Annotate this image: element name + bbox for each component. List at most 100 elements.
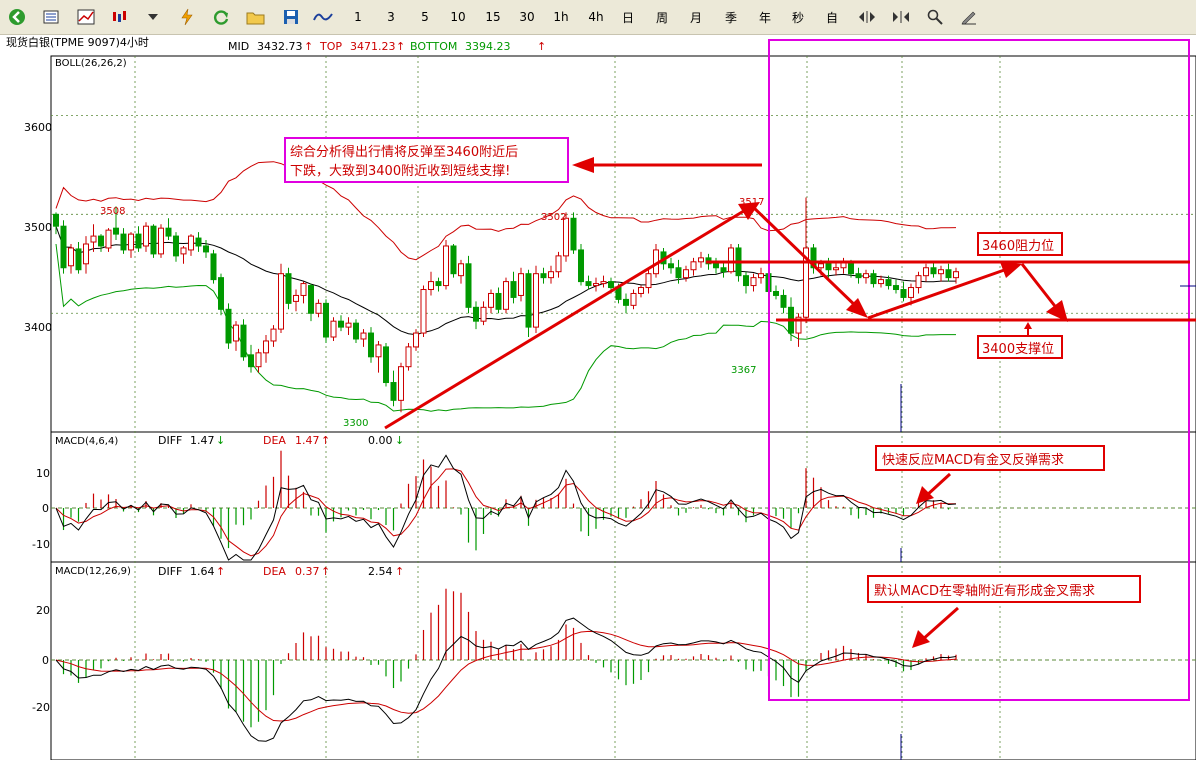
candle-body xyxy=(848,261,854,275)
back-icon[interactable] xyxy=(6,6,28,28)
diff-line xyxy=(55,617,957,742)
candle-body xyxy=(338,320,344,328)
candle-body xyxy=(345,322,352,328)
period-tab-13[interactable]: 秒 xyxy=(784,6,812,28)
period-tab-6[interactable]: 1h xyxy=(547,6,575,28)
candle-body xyxy=(893,285,899,291)
period-tab-8[interactable]: 日 xyxy=(614,6,642,28)
macd1-diff-value: 1.47 xyxy=(190,434,215,447)
candle-body xyxy=(833,267,839,271)
candle-body xyxy=(353,322,359,340)
period-tab-11[interactable]: 季 xyxy=(717,6,745,28)
candle-body xyxy=(750,277,757,287)
period-tab-7[interactable]: 4h xyxy=(582,6,610,28)
wave-icon[interactable] xyxy=(312,6,334,28)
candle-body xyxy=(360,332,367,340)
candle-body xyxy=(878,279,884,285)
pen-icon[interactable] xyxy=(958,6,980,28)
analysis-line-2: 下跌，大致到3400附近收到短线支撑! xyxy=(290,163,510,179)
candle-body xyxy=(53,213,59,227)
candle-body xyxy=(150,225,157,255)
list-icon[interactable] xyxy=(40,6,62,28)
candle-body xyxy=(98,235,104,247)
chart-area: 现货白银(TPME 9097)4小时 MID 3432.73 ↑ TOP 347… xyxy=(6,35,1196,760)
top-arrow: ↑ xyxy=(396,40,405,53)
period-tab-3[interactable]: 10 xyxy=(444,6,472,28)
period-tab-4[interactable]: 15 xyxy=(479,6,507,28)
macd1-macd-value: 0.00 xyxy=(368,434,393,447)
candle-body xyxy=(240,324,247,358)
gridlines xyxy=(51,56,1196,760)
candle-body xyxy=(300,283,307,296)
candle-body xyxy=(308,285,314,314)
period-tab-14[interactable]: 自 xyxy=(818,6,846,28)
candle-body xyxy=(570,217,577,251)
save-icon[interactable] xyxy=(280,6,302,28)
expand-icon[interactable] xyxy=(856,6,878,28)
candle-body xyxy=(758,273,764,279)
candle-body xyxy=(465,263,472,308)
candle-body xyxy=(278,273,284,330)
folder-icon[interactable] xyxy=(244,6,268,28)
candle-body xyxy=(128,233,134,251)
refresh-icon[interactable] xyxy=(210,6,232,28)
period-tab-9[interactable]: 周 xyxy=(648,6,676,28)
candle-body xyxy=(420,289,427,334)
candlesticks xyxy=(53,197,959,413)
lightning-icon[interactable] xyxy=(176,6,198,28)
candle-body xyxy=(203,245,209,253)
compress-icon[interactable] xyxy=(890,6,912,28)
bottom-value: 3394.23 xyxy=(465,40,511,53)
macd2-diff-arrow: ↑ xyxy=(216,565,225,578)
macd2-diff-label: DIFF xyxy=(158,565,182,578)
candle-body xyxy=(428,281,434,291)
candle-body xyxy=(158,227,164,255)
candle-body xyxy=(645,273,652,289)
dropdown-icon[interactable] xyxy=(142,6,164,28)
bottom-arrow: ↑ xyxy=(537,40,546,53)
period-tab-2[interactable]: 5 xyxy=(411,6,439,28)
candle-body xyxy=(188,235,194,251)
candle-body xyxy=(908,287,914,298)
period-tab-0[interactable]: 1 xyxy=(344,6,372,28)
line-chart-icon[interactable] xyxy=(75,6,97,28)
candle-body xyxy=(713,263,719,269)
candle-body xyxy=(480,306,487,322)
macd-default-arrow-head xyxy=(912,630,930,648)
period-tab-10[interactable]: 月 xyxy=(682,6,710,28)
candle-body xyxy=(495,292,502,310)
macd-fast-pane xyxy=(55,450,957,561)
mid-label: MID xyxy=(228,40,249,53)
macd1-macd-arrow: ↓ xyxy=(395,434,404,447)
candle-body xyxy=(533,273,539,328)
candle-body xyxy=(195,237,202,247)
candle-body xyxy=(855,273,862,279)
toolbar: 1 3 5 10 15 30 1h 4h 日周月季年秒自 xyxy=(0,0,1196,35)
candle-body xyxy=(938,269,944,275)
period-tab-1[interactable]: 3 xyxy=(377,6,405,28)
period-tab-5[interactable]: 30 xyxy=(513,6,541,28)
macd1-tick-0: 0 xyxy=(42,502,49,515)
candle-body xyxy=(578,249,584,283)
candle-body xyxy=(248,354,254,368)
y-tick-3500: 3500 xyxy=(24,221,52,234)
macd1-params: MACD(4,6,4) xyxy=(55,436,118,447)
candlestick-icon[interactable] xyxy=(108,6,130,28)
boll-params: BOLL(26,26,2) xyxy=(55,58,127,69)
candle-body xyxy=(900,289,907,298)
candle-body xyxy=(675,267,682,279)
candle-body xyxy=(323,302,329,338)
support-label: 3400支撑位 xyxy=(982,342,1054,357)
macd1-dea-value: 1.47 xyxy=(295,434,320,447)
period-tab-12[interactable]: 年 xyxy=(751,6,779,28)
candle-body xyxy=(60,225,67,269)
candle-body xyxy=(923,267,929,277)
candle-body xyxy=(555,255,562,273)
candle-body xyxy=(540,273,547,279)
mid-arrow: ↑ xyxy=(304,40,313,53)
magnifier-icon[interactable] xyxy=(924,6,946,28)
candle-body xyxy=(630,292,637,306)
support-pointer-head xyxy=(1024,322,1032,329)
candle-body xyxy=(390,382,397,401)
candle-body xyxy=(863,273,869,279)
